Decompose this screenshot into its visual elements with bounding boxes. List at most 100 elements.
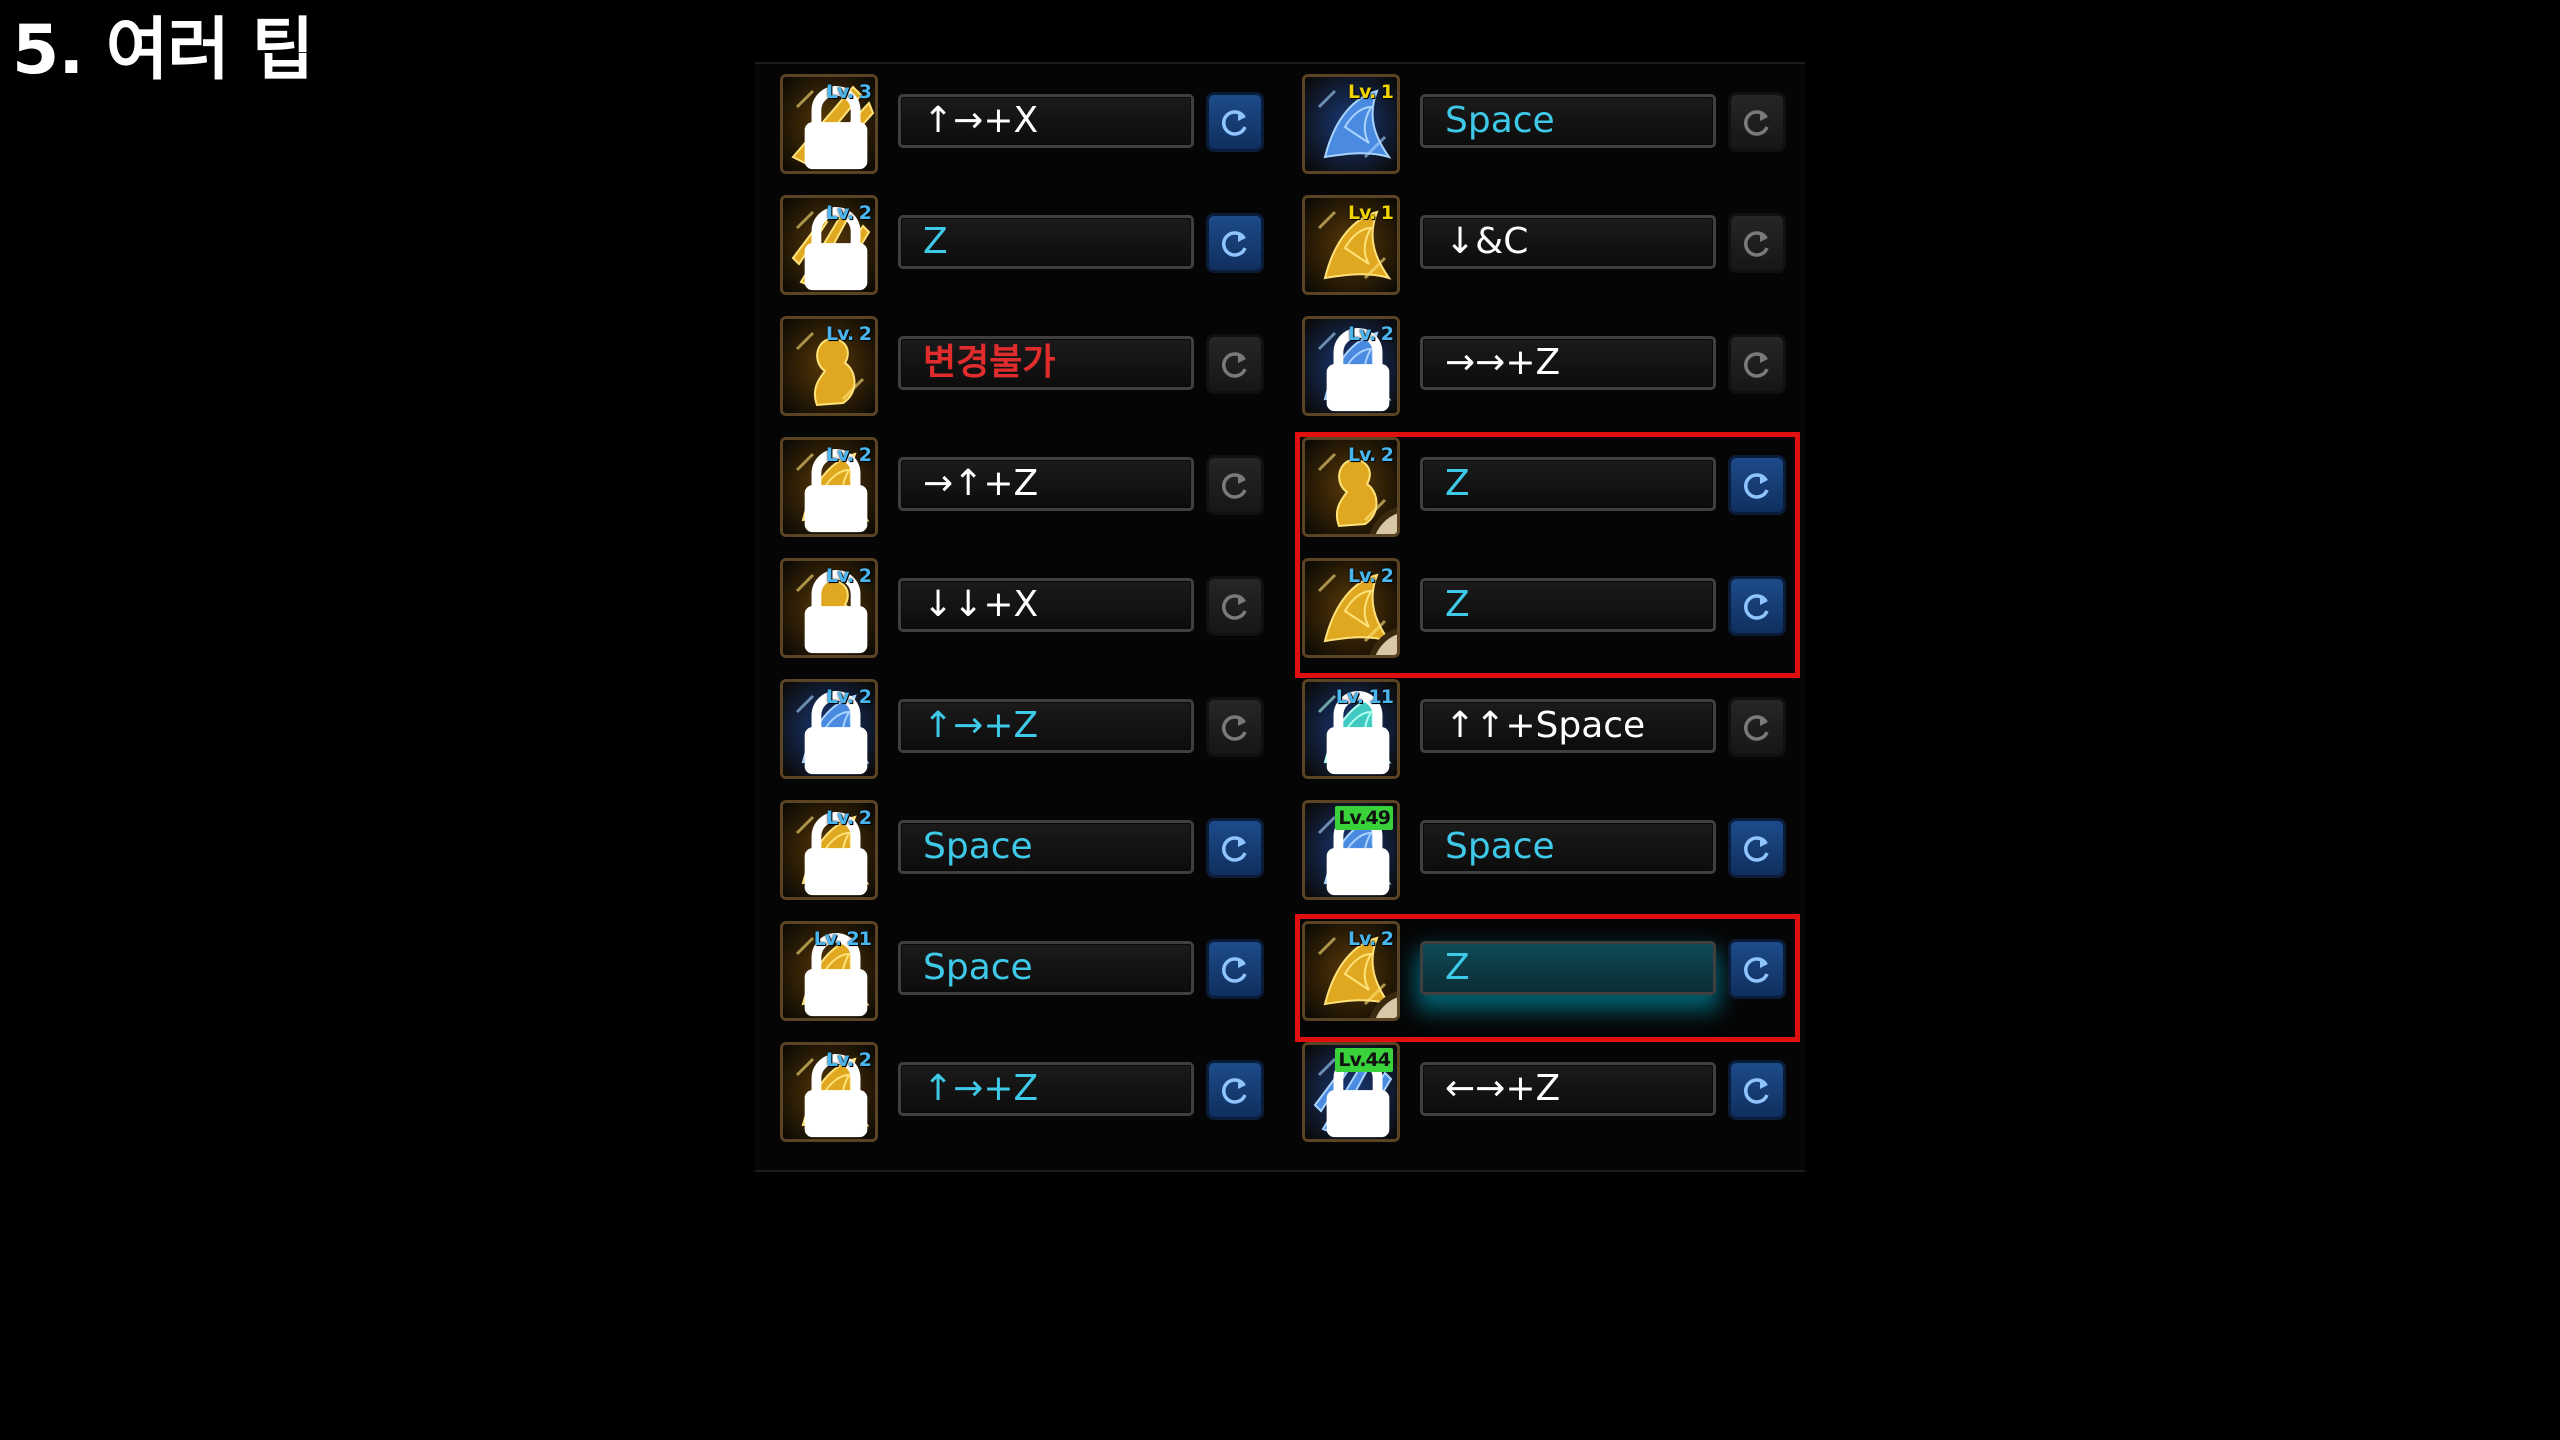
reset-command-button[interactable] bbox=[1728, 334, 1786, 394]
golden-kick-icon[interactable]: Lv. 2 bbox=[780, 800, 878, 900]
command-input[interactable]: ↑→+Z bbox=[898, 699, 1194, 753]
skill-level-badge: Lv.44 bbox=[1335, 1048, 1393, 1072]
page-title: 5. 여러 팁 bbox=[12, 11, 314, 90]
skill-row-right-4: Lv. 2 Z bbox=[1302, 437, 1802, 541]
skill-level-badge: Lv. 2 bbox=[826, 686, 872, 708]
reset-command-button[interactable] bbox=[1728, 576, 1786, 636]
skill-command-panel: Lv. 3 ↑→+X Lv. 2 Z Lv. 2 변경불가 Lv. 2 →↑+Z Lv.… bbox=[755, 62, 1805, 1172]
skill-row-left-4: Lv. 2 →↑+Z bbox=[780, 437, 1280, 541]
blue-claw-icon[interactable]: Lv.44 bbox=[1302, 1042, 1400, 1142]
command-input[interactable]: Z bbox=[1420, 941, 1716, 995]
reset-command-button[interactable] bbox=[1206, 1060, 1264, 1120]
command-input[interactable]: Z bbox=[1420, 578, 1716, 632]
blue-dash-icon[interactable]: Lv. 2 bbox=[1302, 316, 1400, 416]
teal-cat-icon[interactable]: Lv. 11 bbox=[1302, 679, 1400, 779]
golden-strike-icon[interactable]: Lv. 2 bbox=[1302, 558, 1400, 658]
cooldown-clock-icon bbox=[1364, 985, 1397, 1018]
reset-command-button[interactable] bbox=[1206, 576, 1264, 636]
blue-beast-icon[interactable]: Lv. 1 bbox=[1302, 74, 1400, 174]
command-text: 변경불가 bbox=[923, 342, 1056, 383]
command-input[interactable]: Z bbox=[898, 215, 1194, 269]
command-text: ↑↑+Space bbox=[1445, 705, 1646, 746]
command-text: Z bbox=[1445, 463, 1470, 504]
lock-icon bbox=[790, 567, 868, 654]
command-text: Space bbox=[923, 947, 1033, 988]
command-input[interactable]: Space bbox=[898, 941, 1194, 995]
skill-level-badge: Lv. 2 bbox=[826, 202, 872, 224]
reset-command-button[interactable] bbox=[1728, 213, 1786, 273]
golden-burst-icon[interactable]: Lv. 2 bbox=[1302, 921, 1400, 1021]
command-text: Space bbox=[1445, 826, 1555, 867]
command-input[interactable]: Space bbox=[1420, 820, 1716, 874]
skill-level-badge: Lv. 2 bbox=[826, 1049, 872, 1071]
command-input[interactable]: ↑↑+Space bbox=[1420, 699, 1716, 753]
golden-claw-icon[interactable]: Lv. 2 bbox=[780, 195, 878, 295]
lock-icon bbox=[1312, 809, 1390, 896]
command-text: Z bbox=[1445, 584, 1470, 625]
reset-command-button[interactable] bbox=[1728, 455, 1786, 515]
golden-warrior-icon[interactable]: Lv. 2 bbox=[780, 316, 878, 416]
command-input[interactable]: →→+Z bbox=[1420, 336, 1716, 390]
command-input[interactable]: ↑→+X bbox=[898, 94, 1194, 148]
reset-command-button[interactable] bbox=[1728, 939, 1786, 999]
lock-icon bbox=[1312, 325, 1390, 412]
skill-level-badge: Lv. 11 bbox=[1335, 686, 1394, 708]
command-input[interactable]: ↓&C bbox=[1420, 215, 1716, 269]
lock-icon bbox=[790, 1051, 868, 1138]
golden-spin-icon[interactable]: Lv. 21 bbox=[780, 921, 878, 1021]
command-input[interactable]: 변경불가 bbox=[898, 336, 1194, 390]
golden-flame-icon[interactable]: Lv. 2 bbox=[780, 1042, 878, 1142]
command-input[interactable]: Space bbox=[898, 820, 1194, 874]
reset-command-button[interactable] bbox=[1728, 1060, 1786, 1120]
command-text: ←→+Z bbox=[1445, 1068, 1561, 1109]
skill-level-badge: Lv.49 bbox=[1335, 806, 1393, 830]
command-input[interactable]: Z bbox=[1420, 457, 1716, 511]
reset-command-button[interactable] bbox=[1206, 939, 1264, 999]
golden-pillar-icon[interactable]: Lv. 2 bbox=[1302, 437, 1400, 537]
lock-icon bbox=[790, 83, 868, 170]
command-input[interactable]: →↑+Z bbox=[898, 457, 1194, 511]
skill-level-badge: Lv. 3 bbox=[826, 81, 872, 103]
reset-command-button[interactable] bbox=[1206, 697, 1264, 757]
reset-command-button[interactable] bbox=[1728, 92, 1786, 152]
reset-command-button[interactable] bbox=[1728, 697, 1786, 757]
skill-level-badge: Lv. 2 bbox=[826, 565, 872, 587]
skill-row-right-9: Lv.44 ←→+Z bbox=[1302, 1042, 1802, 1146]
command-text: Z bbox=[1445, 947, 1470, 988]
golden-slash-icon[interactable]: Lv. 3 bbox=[780, 74, 878, 174]
blue-wave-icon[interactable]: Lv. 2 bbox=[780, 679, 878, 779]
lock-icon bbox=[790, 204, 868, 291]
lock-icon bbox=[1312, 1051, 1390, 1138]
skill-row-right-2: Lv. 1 ↓&C bbox=[1302, 195, 1802, 299]
command-text: Space bbox=[1445, 100, 1555, 141]
skill-level-badge: Lv. 2 bbox=[1348, 444, 1394, 466]
golden-uppercut-icon[interactable]: Lv. 2 bbox=[780, 437, 878, 537]
reset-command-button[interactable] bbox=[1728, 818, 1786, 878]
command-input[interactable]: ↓↓+X bbox=[898, 578, 1194, 632]
skill-row-left-7: Lv. 2 Space bbox=[780, 800, 1280, 904]
skill-level-badge: Lv. 2 bbox=[826, 444, 872, 466]
command-text: →→+Z bbox=[1445, 342, 1561, 383]
reset-command-button[interactable] bbox=[1206, 92, 1264, 152]
skill-level-badge: Lv. 2 bbox=[1348, 565, 1394, 587]
lock-icon bbox=[790, 930, 868, 1017]
skill-row-right-8: Lv. 2 Z bbox=[1302, 921, 1802, 1025]
reset-command-button[interactable] bbox=[1206, 818, 1264, 878]
reset-command-button[interactable] bbox=[1206, 455, 1264, 515]
command-input[interactable]: Space bbox=[1420, 94, 1716, 148]
golden-fist-icon[interactable]: Lv. 2 bbox=[780, 558, 878, 658]
skill-row-left-3: Lv. 2 변경불가 bbox=[780, 316, 1280, 420]
skill-row-left-9: Lv. 2 ↑→+Z bbox=[780, 1042, 1280, 1146]
golden-runner-icon[interactable]: Lv. 1 bbox=[1302, 195, 1400, 295]
skill-level-badge: Lv. 2 bbox=[826, 323, 872, 345]
reset-command-button[interactable] bbox=[1206, 213, 1264, 273]
command-text: Space bbox=[923, 826, 1033, 867]
blue-spike-icon[interactable]: Lv.49 bbox=[1302, 800, 1400, 900]
lock-icon bbox=[790, 446, 868, 533]
reset-command-button[interactable] bbox=[1206, 334, 1264, 394]
lock-icon bbox=[1312, 688, 1390, 775]
lock-icon bbox=[790, 809, 868, 896]
command-input[interactable]: ←→+Z bbox=[1420, 1062, 1716, 1116]
cooldown-clock-icon bbox=[1364, 501, 1397, 534]
command-input[interactable]: ↑→+Z bbox=[898, 1062, 1194, 1116]
